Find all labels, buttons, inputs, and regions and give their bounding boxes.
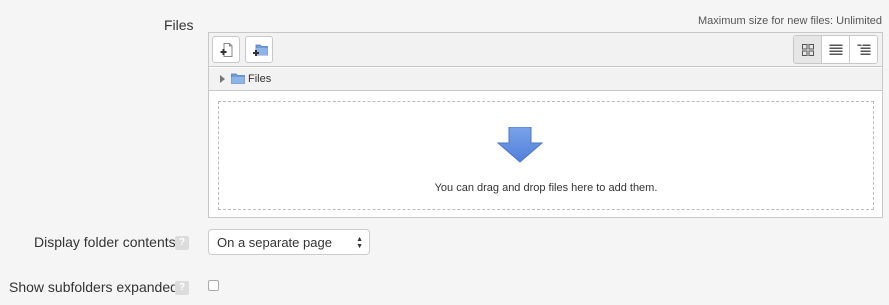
drop-zone[interactable]: You can drag and drop files here to add … <box>218 101 874 210</box>
help-icon[interactable]: ? <box>175 281 189 295</box>
grid-icon <box>801 43 814 56</box>
drop-instructions: You can drag and drop files here to add … <box>434 182 658 194</box>
display-folder-value: On a separate page <box>217 235 332 250</box>
drop-arrow-icon <box>497 127 543 163</box>
expand-arrow-icon[interactable] <box>220 75 225 83</box>
select-caret-icon: ▲ ▼ <box>356 236 363 250</box>
add-file-button[interactable] <box>212 36 240 63</box>
icons-view-button[interactable] <box>794 36 822 63</box>
subfolders-checkbox[interactable] <box>208 280 219 291</box>
tree-icon <box>857 44 870 55</box>
list-icon <box>829 44 842 55</box>
view-mode-group <box>793 35 878 64</box>
display-folder-label: Display folder contents <box>34 234 176 250</box>
create-folder-button[interactable] <box>245 36 273 63</box>
help-icon[interactable]: ? <box>175 236 189 250</box>
path-folder-label[interactable]: Files <box>248 73 271 85</box>
subfolders-label: Show subfolders expanded <box>9 279 178 295</box>
file-picker: Files You can drag and drop files here t… <box>208 32 883 218</box>
tree-view-button[interactable] <box>850 36 877 63</box>
add-file-icon <box>220 43 233 57</box>
path-bar: Files <box>209 68 882 91</box>
max-size-text: Maximum size for new files: Unlimited <box>698 15 882 27</box>
display-folder-select[interactable]: On a separate page ▲ ▼ <box>208 229 370 255</box>
file-picker-toolbar <box>209 33 882 67</box>
folder-icon <box>231 73 245 84</box>
list-view-button[interactable] <box>822 36 850 63</box>
create-folder-icon <box>253 44 268 56</box>
files-label: Files <box>164 17 194 33</box>
